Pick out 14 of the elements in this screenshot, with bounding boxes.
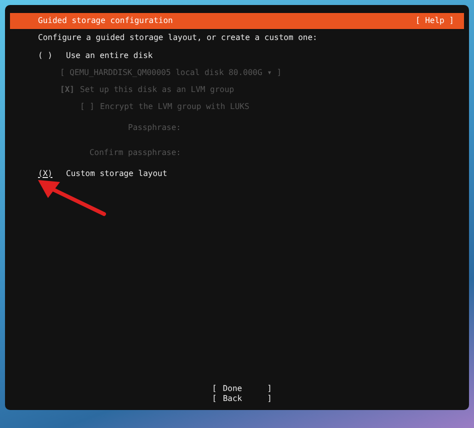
radio-mark[interactable]: ( )	[38, 50, 66, 62]
field-label: Passphrase:	[127, 122, 181, 134]
field-label: Confirm passphrase:	[88, 146, 181, 158]
intro-text: Configure a guided storage layout, or create a custom one:	[38, 32, 318, 44]
option-label: Set up this disk as an LVM group	[80, 84, 234, 96]
option-label: Encrypt the LVM group with LUKS	[100, 100, 250, 112]
option-label: Custom storage layout	[66, 168, 168, 180]
window-title: Guided storage configuration	[38, 15, 173, 27]
arrow-annotation	[36, 178, 108, 218]
menu-button[interactable]: [ Done ]	[212, 384, 272, 394]
help-button[interactable]: [ Help ]	[415, 15, 454, 27]
option-label: Use an entire disk	[66, 50, 153, 62]
menu-button[interactable]: [ Back ]	[212, 394, 272, 404]
radio-mark[interactable]: (X)	[38, 168, 66, 180]
